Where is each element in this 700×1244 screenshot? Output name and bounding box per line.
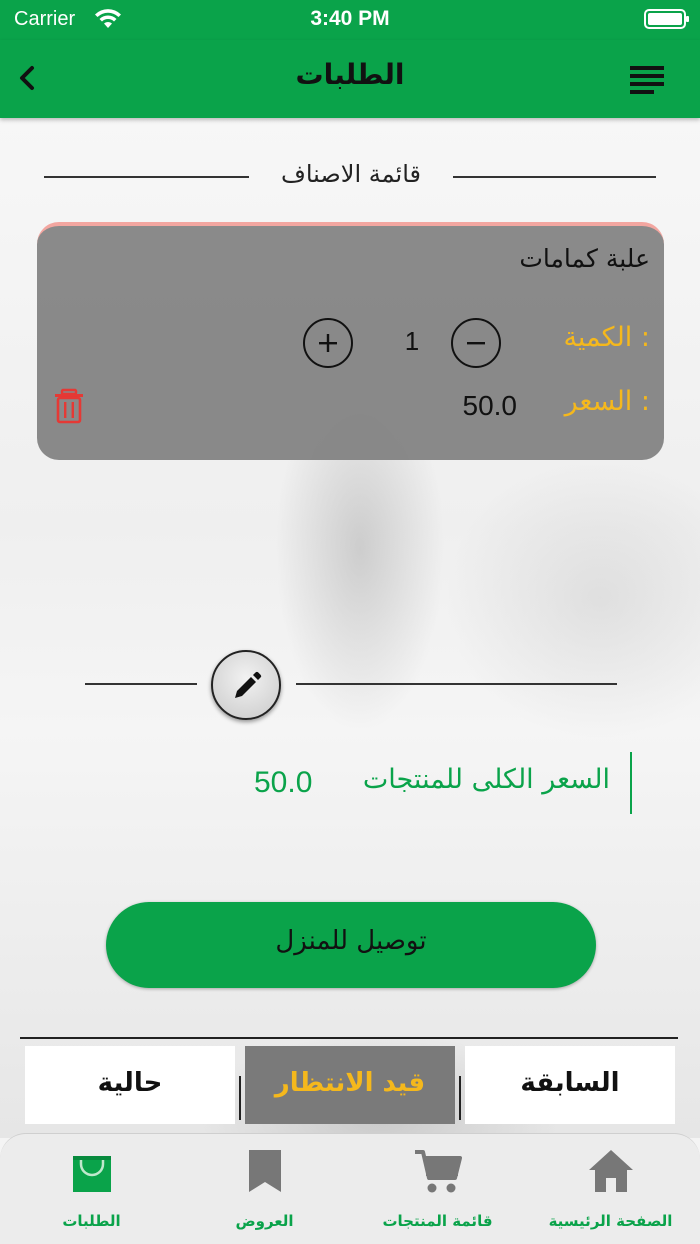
minus-icon (467, 342, 485, 345)
nav-label: قائمة المنتجات (382, 1212, 493, 1230)
nav-label: الصفحة الرئيسية (548, 1212, 673, 1230)
nav-label: الطلبات (62, 1212, 121, 1230)
quantity-label: الكمية : (563, 322, 650, 353)
page-title: الطلبات (295, 58, 405, 91)
price-value: 50.0 (462, 390, 518, 421)
nav-item-products[interactable]: قائمة المنتجات (350, 1134, 525, 1244)
divider-line (44, 176, 249, 178)
total-price-label: السعر الكلى للمنتجات (362, 764, 610, 795)
status-time: 3:40 PM (310, 7, 390, 30)
price-label: السعر : (564, 386, 650, 417)
tab-current-orders[interactable]: حالية (25, 1046, 235, 1124)
home-icon (589, 1150, 633, 1192)
tabs-divider (20, 1037, 678, 1039)
shopping-bag-icon (73, 1156, 111, 1192)
quantity-value: 1 (404, 326, 420, 356)
tab-pending-orders[interactable]: قيد الانتظار (245, 1046, 455, 1124)
nav-item-home[interactable]: الصفحة الرئيسية (523, 1134, 698, 1244)
tab-previous-orders[interactable]: السابقة (465, 1046, 675, 1124)
bookmark-icon (249, 1150, 281, 1192)
home-delivery-label: توصيل للمنزل (275, 926, 427, 956)
tab-separator (459, 1076, 461, 1120)
status-bar: Carrier 3:40 PM (0, 0, 700, 40)
divider-line (453, 176, 656, 178)
cart-icon (415, 1150, 462, 1193)
edit-button[interactable] (211, 650, 281, 720)
increase-quantity-button[interactable] (303, 318, 353, 368)
total-price-value: 50.0 (254, 766, 313, 799)
menu-icon[interactable] (628, 62, 666, 96)
divider-line (296, 683, 617, 685)
nav-label: العروض (235, 1212, 294, 1230)
order-item-card: علبة كمامات الكمية : 1 السعر : 50.0 (37, 222, 664, 460)
tab-label: قيد الانتظار (274, 1068, 426, 1098)
edit-order-row (85, 650, 617, 720)
items-section-header: قائمة الاصناف (44, 158, 656, 194)
plus-icon (319, 334, 337, 352)
section-title: قائمة الاصناف (280, 160, 421, 188)
total-price-row: 50.0 السعر الكلى للمنتجات (240, 752, 632, 814)
decrease-quantity-button[interactable] (451, 318, 501, 368)
home-delivery-button[interactable]: توصيل للمنزل (106, 902, 596, 988)
item-name: علبة كمامات (519, 244, 650, 273)
battery-icon (644, 9, 689, 29)
tab-label: السابقة (520, 1068, 620, 1098)
nav-item-orders[interactable]: الطلبات (4, 1134, 179, 1244)
trash-icon[interactable] (53, 388, 85, 424)
total-accent-bar (630, 752, 632, 814)
app-header: الطلبات (0, 40, 700, 118)
tab-separator (239, 1076, 241, 1120)
nav-item-offers[interactable]: العروض (177, 1134, 352, 1244)
divider-line (85, 683, 197, 685)
tab-label: حالية (97, 1068, 163, 1098)
pencil-icon (235, 671, 262, 698)
bottom-navigation: الطلبات العروض قائمة المنتجات الصفحة الر… (0, 1133, 700, 1244)
